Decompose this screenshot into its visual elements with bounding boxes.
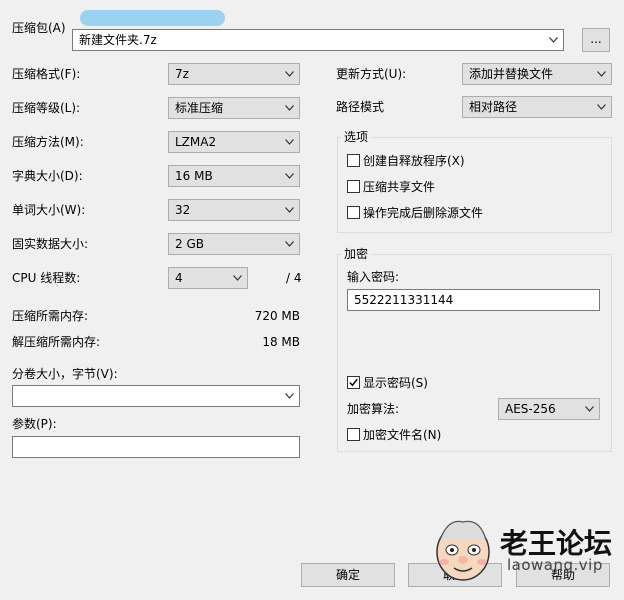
cpu-label: CPU 线程数: bbox=[12, 271, 81, 285]
update-label: 更新方式(U): bbox=[336, 67, 407, 81]
solid-label: 固实数据大小: bbox=[12, 237, 89, 251]
mem-decompress-value: 18 MB bbox=[262, 335, 300, 349]
word-label: 单词大小(W): bbox=[12, 203, 86, 217]
update-value: 添加并替换文件 bbox=[469, 67, 554, 81]
watermark-mascot-icon bbox=[436, 520, 490, 581]
chevron-down-icon bbox=[597, 71, 606, 77]
cpu-select[interactable]: 4 bbox=[168, 267, 248, 289]
level-label: 压缩等级(L): bbox=[12, 101, 81, 115]
split-label: 分卷大小，字节(V): bbox=[12, 367, 118, 381]
sfx-label: 创建自释放程序(X) bbox=[363, 154, 465, 168]
dict-select[interactable]: 16 MB bbox=[168, 165, 300, 187]
mem-compress-label: 压缩所需内存: bbox=[12, 309, 89, 323]
method-value: LZMA2 bbox=[175, 135, 217, 149]
level-select[interactable]: 标准压缩 bbox=[168, 97, 300, 119]
dict-label: 字典大小(D): bbox=[12, 169, 83, 183]
chevron-down-icon bbox=[549, 37, 558, 43]
watermark-url: laowang.vip bbox=[507, 556, 603, 574]
shared-checkbox[interactable]: 压缩共享文件 bbox=[347, 179, 435, 195]
solid-value: 2 GB bbox=[175, 237, 204, 251]
ok-button[interactable]: 确定 bbox=[301, 563, 395, 587]
checkbox-box bbox=[347, 428, 360, 441]
split-combo[interactable] bbox=[12, 385, 300, 407]
checkbox-box bbox=[347, 154, 360, 167]
solid-select[interactable]: 2 GB bbox=[168, 233, 300, 255]
chevron-down-icon bbox=[233, 275, 242, 281]
password-input[interactable]: 5522211331144 bbox=[347, 289, 600, 311]
chevron-down-icon bbox=[285, 105, 294, 111]
encryption-method-select[interactable]: AES-256 bbox=[498, 398, 600, 420]
chevron-down-icon bbox=[285, 207, 294, 213]
sfx-checkbox[interactable]: 创建自释放程序(X) bbox=[347, 153, 465, 169]
delete-source-label: 操作完成后删除源文件 bbox=[363, 206, 484, 220]
format-label: 压缩格式(F): bbox=[12, 67, 81, 81]
path-mode-label: 路径模式 bbox=[336, 100, 385, 114]
chevron-down-icon bbox=[597, 104, 606, 110]
format-value: 7z bbox=[175, 67, 189, 81]
cpu-total: / 4 bbox=[286, 271, 302, 285]
params-input[interactable] bbox=[12, 436, 300, 458]
archive-path-combo[interactable]: 新建文件夹.7z bbox=[72, 29, 564, 51]
chevron-down-icon bbox=[285, 139, 294, 145]
mem-compress-value: 720 MB bbox=[254, 309, 300, 323]
password-label: 输入密码: bbox=[347, 270, 400, 284]
delete-source-checkbox[interactable]: 操作完成后删除源文件 bbox=[347, 205, 483, 221]
archive-path-value: 新建文件夹.7z bbox=[79, 33, 157, 47]
show-password-label: 显示密码(S) bbox=[363, 376, 428, 390]
cpu-value: 4 bbox=[175, 271, 183, 285]
show-password-checkbox[interactable]: 显示密码(S) bbox=[347, 375, 428, 391]
dict-value: 16 MB bbox=[175, 169, 213, 183]
encryption-group-title: 加密 bbox=[341, 246, 372, 262]
mem-decompress-label: 解压缩所需内存: bbox=[12, 335, 101, 349]
archive-label: 压缩包(A) bbox=[12, 21, 66, 35]
chevron-down-icon bbox=[285, 71, 294, 77]
chevron-down-icon bbox=[285, 393, 294, 399]
chevron-down-icon bbox=[285, 173, 294, 179]
update-select[interactable]: 添加并替换文件 bbox=[462, 63, 612, 85]
redaction-mark bbox=[80, 10, 225, 26]
encryption-method-label: 加密算法: bbox=[347, 402, 400, 416]
path-mode-value: 相对路径 bbox=[469, 100, 518, 114]
checkbox-box bbox=[347, 206, 360, 219]
method-select[interactable]: LZMA2 bbox=[168, 131, 300, 153]
encrypt-names-label: 加密文件名(N) bbox=[363, 428, 442, 442]
params-label: 参数(P): bbox=[12, 417, 57, 431]
format-select[interactable]: 7z bbox=[168, 63, 300, 85]
encryption-method-value: AES-256 bbox=[505, 402, 556, 416]
level-value: 标准压缩 bbox=[175, 101, 224, 115]
chevron-down-icon bbox=[285, 241, 294, 247]
path-mode-select[interactable]: 相对路径 bbox=[462, 96, 612, 118]
chevron-down-icon bbox=[585, 406, 594, 412]
word-select[interactable]: 32 bbox=[168, 199, 300, 221]
browse-button[interactable]: ... bbox=[582, 28, 610, 52]
checkmark-icon bbox=[349, 378, 358, 387]
shared-label: 压缩共享文件 bbox=[363, 180, 436, 194]
encrypt-names-checkbox[interactable]: 加密文件名(N) bbox=[347, 427, 441, 443]
word-value: 32 bbox=[175, 203, 191, 217]
method-label: 压缩方法(M): bbox=[12, 135, 84, 149]
checkbox-box bbox=[347, 180, 360, 193]
checkbox-box bbox=[347, 376, 360, 389]
options-group-title: 选项 bbox=[341, 129, 372, 145]
